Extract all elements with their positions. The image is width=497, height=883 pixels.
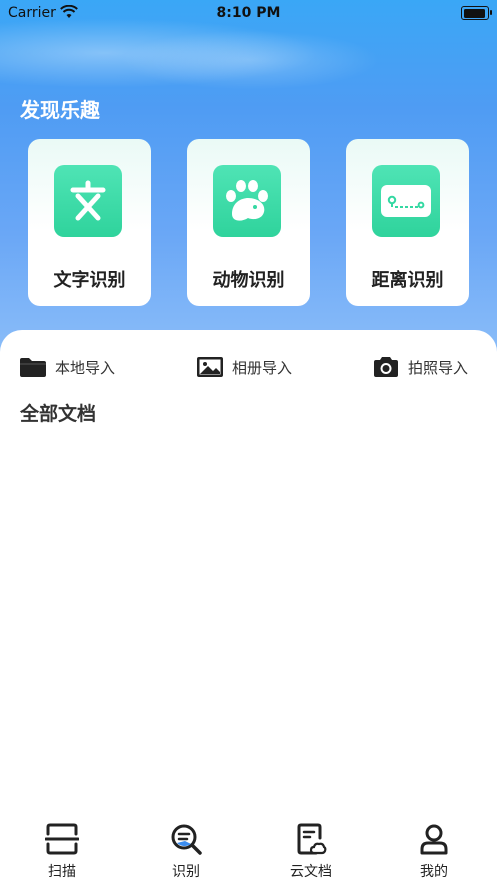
all-documents-title: 全部文档 bbox=[20, 403, 97, 425]
cloud-decoration bbox=[120, 30, 380, 90]
local-import-button[interactable]: 本地导入 bbox=[19, 354, 115, 380]
tab-bar: 扫描 识别 云文档 我的 bbox=[0, 813, 497, 883]
card-label: 文字识别 bbox=[53, 270, 126, 291]
card-label: 动物识别 bbox=[212, 270, 285, 291]
text-recognition-icon bbox=[54, 165, 122, 237]
card-text-recognition[interactable]: 文字识别 bbox=[28, 139, 151, 306]
album-import-label: 相册导入 bbox=[232, 358, 293, 377]
tab-scan[interactable]: 扫描 bbox=[27, 822, 97, 881]
image-icon bbox=[197, 357, 223, 377]
profile-icon bbox=[420, 824, 448, 855]
tab-label: 扫描 bbox=[48, 864, 76, 880]
folder-icon bbox=[20, 358, 46, 377]
status-bar: Carrier 8:10 PM bbox=[0, 0, 497, 26]
tab-label: 识别 bbox=[172, 864, 200, 880]
album-import-button[interactable]: 相册导入 bbox=[196, 354, 292, 380]
card-distance-recognition[interactable]: 距离识别 bbox=[346, 139, 469, 306]
tab-cloud-documents[interactable]: 云文档 bbox=[276, 822, 346, 881]
recognize-icon bbox=[171, 824, 202, 855]
clock: 8:10 PM bbox=[216, 5, 281, 21]
scan-icon bbox=[44, 823, 80, 855]
camera-icon bbox=[374, 357, 398, 377]
local-import-label: 本地导入 bbox=[55, 358, 116, 377]
section-title-discover: 发现乐趣 bbox=[20, 98, 100, 122]
card-animal-recognition[interactable]: 动物识别 bbox=[187, 139, 310, 306]
camera-import-button[interactable]: 拍照导入 bbox=[372, 354, 468, 380]
tab-profile[interactable]: 我的 bbox=[399, 822, 469, 881]
tab-label: 云文档 bbox=[290, 864, 332, 880]
card-label: 距离识别 bbox=[371, 270, 444, 291]
paw-icon bbox=[213, 165, 281, 237]
battery-icon bbox=[461, 6, 492, 20]
tab-recognize[interactable]: 识别 bbox=[151, 822, 221, 881]
distance-icon bbox=[372, 165, 440, 237]
tab-label: 我的 bbox=[420, 864, 448, 880]
camera-import-label: 拍照导入 bbox=[408, 358, 469, 377]
cloud-document-icon bbox=[297, 823, 327, 855]
